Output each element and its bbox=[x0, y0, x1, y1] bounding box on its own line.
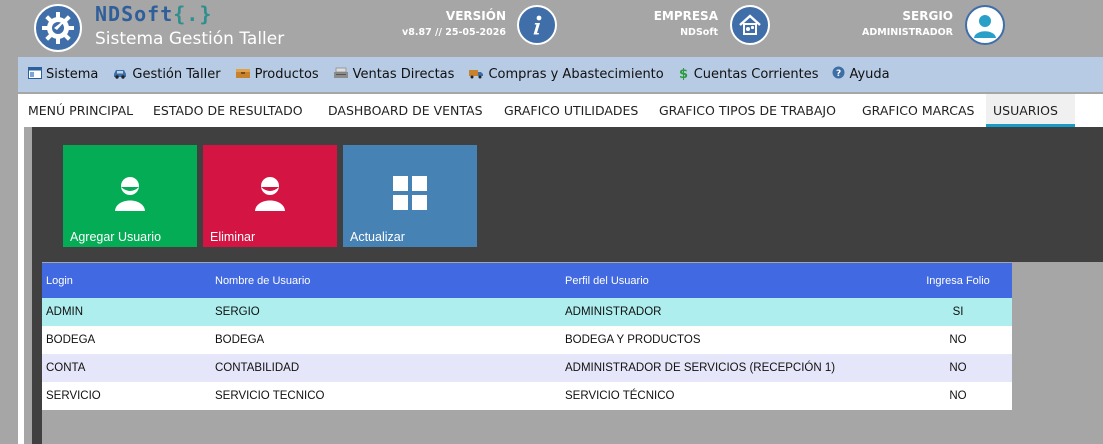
menu-sistema[interactable]: Sistema bbox=[28, 66, 99, 83]
tab-bar: MENÚ PRINCIPAL ESTADO DE RESULTADO DASHB… bbox=[18, 94, 1103, 127]
column-header-folio[interactable]: Ingresa Folio bbox=[904, 275, 1012, 287]
cell-login: SERVICIO bbox=[46, 390, 101, 402]
refresh-label: Actualizar bbox=[350, 230, 405, 244]
tab-menu-principal[interactable]: MENÚ PRINCIPAL bbox=[28, 94, 133, 127]
car-icon bbox=[112, 67, 128, 83]
menu-cuentas-corrientes[interactable]: $ Cuentas Corrientes bbox=[678, 66, 819, 84]
box-icon bbox=[235, 67, 251, 83]
register-icon bbox=[333, 67, 349, 83]
menu-ventas-directas[interactable]: Ventas Directas bbox=[333, 67, 455, 83]
main-menu-bar: Sistema Gestión Taller Productos Ventas … bbox=[18, 57, 1103, 92]
tab-grafico-marcas[interactable]: GRAFICO MARCAS bbox=[862, 94, 974, 127]
brand-name: NDSoft{.} bbox=[95, 2, 213, 26]
table-row[interactable]: BODEGA BODEGA BODEGA Y PRODUCTOS NO bbox=[42, 326, 1012, 354]
cell-perfil: ADMINISTRADOR bbox=[565, 306, 662, 318]
user-avatar-icon[interactable] bbox=[965, 5, 1005, 45]
company-value: NDSoft bbox=[680, 27, 718, 38]
table-header: Login Nombre de Usuario Perfil del Usuar… bbox=[42, 263, 1012, 298]
svg-text:$: $ bbox=[679, 67, 688, 80]
table-row[interactable]: CONTA CONTABILIDAD ADMINISTRADOR DE SERV… bbox=[42, 354, 1012, 382]
delete-user-label: Eliminar bbox=[210, 230, 256, 244]
table-row[interactable]: ADMIN SERGIO ADMINISTRADOR SI bbox=[42, 298, 1012, 326]
cell-folio: NO bbox=[949, 390, 967, 402]
app-header: NDSoft{.} Sistema Gestión Taller VERSIÓN… bbox=[0, 0, 1103, 56]
cell-perfil: SERVICIO TÉCNICO bbox=[565, 390, 675, 402]
cell-nombre: SERVICIO TECNICO bbox=[215, 390, 325, 402]
help-icon: ? bbox=[832, 66, 845, 83]
column-header-perfil[interactable]: Perfil del Usuario bbox=[564, 275, 904, 287]
tab-usuarios[interactable]: USUARIOS bbox=[986, 94, 1075, 127]
company-label: EMPRESA bbox=[653, 9, 718, 23]
tab-dashboard-ventas[interactable]: DASHBOARD DE VENTAS bbox=[328, 94, 483, 127]
truck-icon bbox=[468, 67, 484, 83]
cell-nombre: SERGIO bbox=[215, 306, 260, 318]
user-name: SERGIO bbox=[902, 9, 953, 23]
gear-logo-icon bbox=[34, 4, 82, 52]
menu-gestion-taller[interactable]: Gestión Taller bbox=[112, 67, 221, 83]
tab-grafico-tipos-trabajo[interactable]: GRAFICO TIPOS DE TRABAJO bbox=[659, 94, 836, 127]
company-block: EMPRESA NDSoft bbox=[654, 8, 718, 42]
info-icon[interactable] bbox=[517, 5, 557, 45]
cell-login: BODEGA bbox=[46, 334, 96, 346]
delete-user-button[interactable]: Eliminar bbox=[203, 145, 337, 247]
menu-compras[interactable]: Compras y Abastecimiento bbox=[468, 67, 664, 83]
menu-gestion-taller-label: Gestión Taller bbox=[132, 67, 221, 82]
menu-ayuda-label: Ayuda bbox=[849, 67, 890, 82]
cell-folio: SI bbox=[952, 306, 964, 318]
window-icon bbox=[28, 66, 42, 83]
user-role: ADMINISTRADOR bbox=[862, 27, 953, 38]
left-panel-strip bbox=[18, 127, 24, 444]
grid-refresh-icon bbox=[390, 173, 430, 213]
dollar-icon: $ bbox=[678, 66, 690, 84]
add-user-label: Agregar Usuario bbox=[70, 230, 162, 244]
svg-text:?: ? bbox=[836, 69, 841, 79]
cell-login: CONTA bbox=[46, 362, 86, 374]
column-header-login[interactable]: Login bbox=[42, 275, 214, 287]
cell-nombre: CONTABILIDAD bbox=[215, 362, 300, 374]
column-header-nombre[interactable]: Nombre de Usuario bbox=[214, 275, 564, 287]
version-block: VERSIÓN v8.87 // 25-05-2026 bbox=[402, 8, 506, 42]
menu-cuentas-corrientes-label: Cuentas Corrientes bbox=[693, 67, 819, 82]
menu-ventas-directas-label: Ventas Directas bbox=[352, 67, 455, 82]
version-label: VERSIÓN bbox=[445, 9, 506, 23]
cell-perfil: ADMINISTRADOR DE SERVICIOS (RECEPCIÓN 1) bbox=[565, 362, 836, 374]
table-row[interactable]: SERVICIO SERVICIO TECNICO SERVICIO TÉCNI… bbox=[42, 382, 1012, 410]
user-block: SERGIO ADMINISTRADOR bbox=[862, 8, 953, 42]
cell-folio: NO bbox=[949, 362, 967, 374]
cell-perfil: BODEGA Y PRODUCTOS bbox=[565, 334, 701, 346]
company-home-icon[interactable] bbox=[730, 5, 770, 45]
menu-compras-label: Compras y Abastecimiento bbox=[488, 67, 664, 82]
menu-sistema-label: Sistema bbox=[46, 67, 99, 82]
cell-folio: NO bbox=[949, 334, 967, 346]
menu-productos-label: Productos bbox=[254, 67, 319, 82]
menu-ayuda[interactable]: ? Ayuda bbox=[832, 66, 890, 83]
cell-login: ADMIN bbox=[46, 306, 84, 318]
delete-user-icon bbox=[250, 173, 290, 213]
users-table: Login Nombre de Usuario Perfil del Usuar… bbox=[42, 263, 1012, 410]
add-user-button[interactable]: Agregar Usuario bbox=[63, 145, 197, 247]
version-value: v8.87 // 25-05-2026 bbox=[402, 27, 506, 38]
refresh-button[interactable]: Actualizar bbox=[343, 145, 477, 247]
menu-productos[interactable]: Productos bbox=[235, 67, 319, 83]
tab-grafico-utilidades[interactable]: GRAFICO UTILIDADES bbox=[504, 94, 638, 127]
tab-estado-resultado[interactable]: ESTADO DE RESULTADO bbox=[153, 94, 303, 127]
app-subtitle: Sistema Gestión Taller bbox=[95, 29, 285, 49]
add-user-icon bbox=[110, 173, 150, 213]
cell-nombre: BODEGA bbox=[215, 334, 265, 346]
